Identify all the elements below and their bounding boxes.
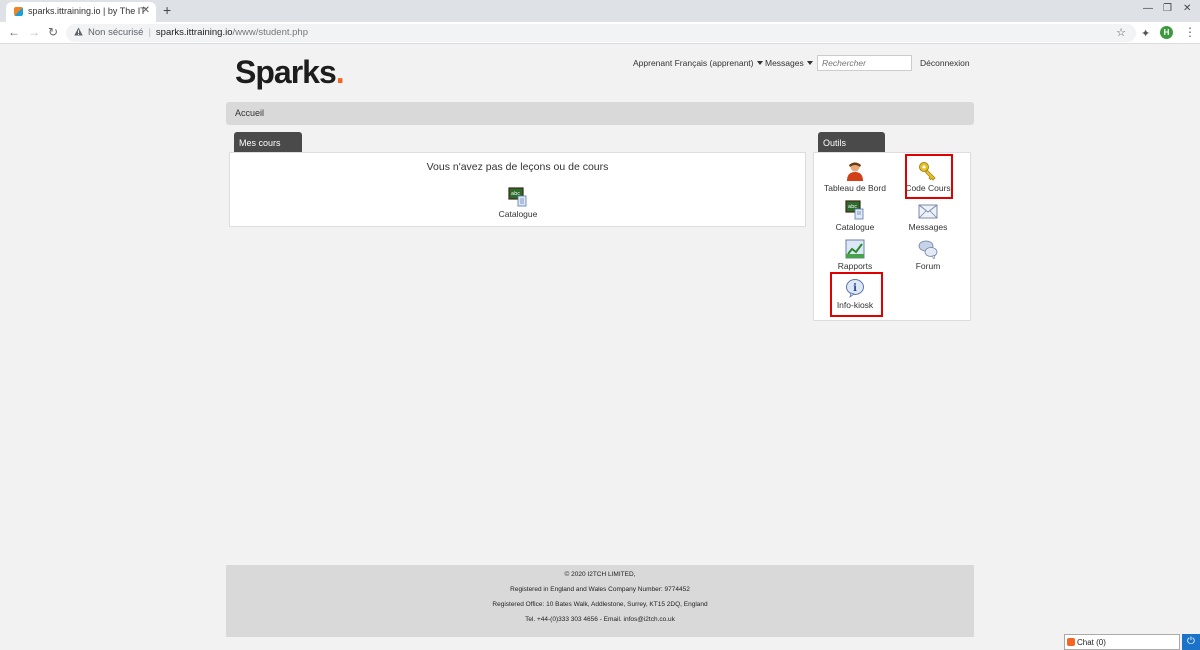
empty-courses-message: Vous n'avez pas de leçons ou de cours	[426, 161, 609, 173]
tool-label: Catalogue	[835, 222, 875, 232]
catalogue-label: Catalogue	[498, 209, 538, 219]
highlight-box-code-cours	[905, 154, 953, 199]
logo-dot: .	[335, 54, 345, 90]
logo-text: Sparks	[235, 54, 337, 90]
tool-label: Rapports	[837, 261, 873, 271]
close-tab-icon[interactable]: ✕	[142, 5, 150, 16]
new-tab-button[interactable]: +	[163, 2, 171, 18]
tool-label: Forum	[915, 261, 941, 271]
profile-avatar[interactable]: H	[1160, 26, 1173, 39]
tool-label: Tableau de Bord	[824, 183, 886, 193]
chat-widget[interactable]: Chat (0)	[1064, 634, 1180, 650]
chat-label: Chat (0)	[1077, 638, 1106, 647]
user-menu-label: Apprenant Français (apprenant)	[633, 58, 754, 68]
tool-label: Messages	[908, 222, 948, 232]
user-menu[interactable]: Apprenant Français (apprenant)	[633, 58, 763, 68]
minimize-window-icon[interactable]: —	[1143, 3, 1153, 14]
envelope-icon	[918, 204, 938, 219]
forward-arrow-icon[interactable]: →	[28, 25, 40, 39]
courses-panel: Vous n'avez pas de leçons ou de cours ab…	[229, 152, 806, 227]
tab-outils: Outils	[818, 132, 885, 153]
page-footer: © 2020 I2TCH LIMITED, Registered in Engl…	[226, 565, 974, 637]
search-input[interactable]	[817, 55, 912, 71]
chevron-down-icon	[756, 61, 763, 65]
sparks-logo[interactable]: Sparks.	[235, 54, 345, 91]
address-domain: sparks.ittraining.io	[155, 27, 233, 38]
chat-user-icon	[1067, 638, 1075, 646]
restore-window-icon[interactable]: ❐	[1163, 3, 1172, 14]
catalogue-icon: abc	[508, 187, 527, 207]
catalogue-link[interactable]: abc Catalogue	[494, 187, 542, 219]
messages-menu[interactable]: Messages	[765, 58, 813, 68]
report-chart-icon	[845, 239, 865, 259]
chevron-down-icon	[806, 61, 813, 65]
extensions-puzzle-icon[interactable]: ✦	[1141, 27, 1150, 40]
footer-registered-office: Registered Office: 10 Bates Walk, Addles…	[492, 601, 708, 608]
site-favicon-icon	[14, 7, 23, 16]
reload-icon[interactable]: ↻	[48, 25, 58, 39]
address-bar[interactable]: Non sécurisé | sparks.ittraining.io/www/st…	[66, 24, 1136, 42]
power-icon[interactable]: ⏻	[1182, 634, 1200, 650]
browser-menu-icon[interactable]: ⋮	[1184, 25, 1196, 39]
tool-catalogue[interactable]: abc Catalogue	[822, 200, 888, 232]
footer-copyright: © 2020 I2TCH LIMITED,	[564, 571, 636, 578]
close-window-icon[interactable]: ✕	[1183, 3, 1191, 14]
forum-bubbles-icon	[918, 240, 938, 259]
tool-messages[interactable]: Messages	[895, 200, 961, 232]
browser-toolbar: ← → ↻ Non sécurisé | sparks.ittraining.io/…	[0, 22, 1200, 44]
bookmark-star-icon[interactable]: ☆	[1116, 26, 1126, 39]
breadcrumb: Accueil	[226, 102, 974, 125]
highlight-box-info-kiosk	[830, 272, 883, 317]
address-path: /www/student.php	[232, 27, 308, 38]
messages-menu-label: Messages	[765, 58, 804, 68]
footer-contact: Tel. +44-(0)333 303 4656 - Email. infos@…	[525, 616, 675, 623]
browser-tab[interactable]: sparks.ittraining.io | by The IT ✕	[6, 2, 156, 22]
footer-company-number: Registered in England and Wales Company …	[510, 586, 690, 593]
catalogue-icon: abc	[845, 200, 864, 220]
insecure-label: Non sécurisé	[88, 27, 144, 38]
browser-tab-bar: sparks.ittraining.io | by The IT ✕ + — ❐…	[0, 0, 1200, 22]
logout-link[interactable]: Déconnexion	[920, 58, 970, 68]
tab-mes-cours: Mes cours	[234, 132, 302, 153]
tool-tableau-de-bord[interactable]: Tableau de Bord	[822, 161, 888, 193]
tool-rapports[interactable]: Rapports	[822, 239, 888, 271]
user-icon	[847, 162, 863, 181]
back-arrow-icon[interactable]: ←	[8, 25, 20, 39]
address-separator: |	[148, 27, 151, 38]
breadcrumb-home[interactable]: Accueil	[235, 108, 264, 118]
tool-forum[interactable]: Forum	[895, 239, 961, 271]
warning-triangle-icon	[74, 27, 83, 36]
tab-title: sparks.ittraining.io | by The IT	[28, 6, 146, 16]
